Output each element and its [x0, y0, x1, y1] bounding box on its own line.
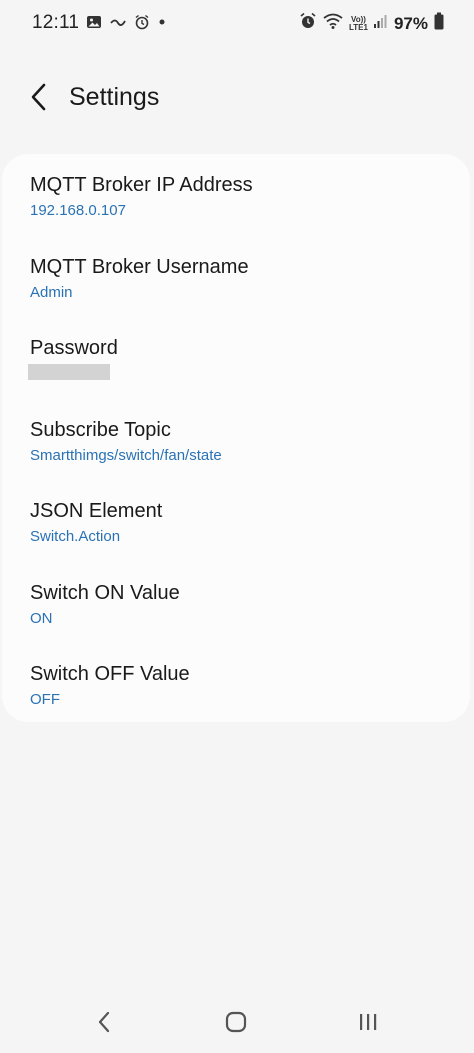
settings-list: MQTT Broker IP Address 192.168.0.107 MQT…	[2, 154, 470, 722]
signal-icon	[373, 13, 388, 34]
setting-title: Switch ON Value	[30, 582, 180, 604]
back-nav-icon	[96, 1010, 112, 1039]
back-button[interactable]	[22, 82, 56, 116]
page-title: Settings	[69, 83, 160, 111]
battery-icon	[434, 12, 444, 35]
notification-icons	[86, 14, 166, 35]
setting-mqtt-broker-ip[interactable]: MQTT Broker IP Address 192.168.0.107	[2, 154, 470, 234]
setting-json-element[interactable]: JSON Element Switch.Action	[2, 480, 470, 560]
lte-label: LTE1	[349, 22, 368, 32]
alarm-clock-icon	[299, 12, 317, 35]
setting-value: 192.168.0.107	[30, 202, 126, 219]
navigation-bar	[0, 996, 474, 1053]
setting-value: Switch.Action	[30, 528, 121, 545]
setting-value: OFF	[30, 691, 60, 708]
setting-title: Switch OFF Value	[30, 663, 190, 685]
setting-title: Subscribe Topic	[30, 419, 171, 441]
setting-value: Smartthimgs/switch/fan/state	[30, 447, 222, 464]
nav-home-button[interactable]	[216, 1006, 256, 1042]
nav-back-button[interactable]	[84, 1006, 124, 1042]
battery-percent: 97%	[393, 13, 428, 33]
dot-icon	[158, 14, 166, 35]
lte-indicator: Vo)) LTE1	[349, 15, 368, 32]
setting-title: MQTT Broker Username	[30, 256, 249, 278]
home-nav-icon	[224, 1010, 248, 1039]
password-masked-value	[28, 364, 110, 380]
status-time: 12:11	[32, 12, 80, 33]
alarm-icon	[134, 14, 150, 35]
setting-title: Password	[30, 337, 118, 359]
setting-title: MQTT Broker IP Address	[30, 174, 253, 196]
setting-subscribe-topic[interactable]: Subscribe Topic Smartthimgs/switch/fan/s…	[2, 399, 470, 479]
setting-value: ON	[30, 610, 53, 627]
system-icons: Vo)) LTE1 97%	[299, 12, 444, 35]
setting-mqtt-broker-username[interactable]: MQTT Broker Username Admin	[2, 236, 470, 316]
app-header: Settings	[0, 70, 474, 130]
squiggle-icon	[110, 14, 126, 35]
status-bar: 12:11 Vo)) LTE1 97%	[0, 0, 474, 46]
gallery-icon	[86, 14, 102, 35]
nav-recents-button[interactable]	[348, 1006, 388, 1042]
setting-value: Admin	[30, 284, 73, 301]
setting-password[interactable]: Password	[2, 317, 470, 397]
wifi-icon	[323, 12, 343, 35]
setting-switch-off-value[interactable]: Switch OFF Value OFF	[2, 643, 470, 723]
setting-switch-on-value[interactable]: Switch ON Value ON	[2, 562, 470, 642]
recents-nav-icon	[357, 1011, 379, 1038]
setting-title: JSON Element	[30, 500, 163, 522]
chevron-left-icon	[29, 82, 49, 117]
